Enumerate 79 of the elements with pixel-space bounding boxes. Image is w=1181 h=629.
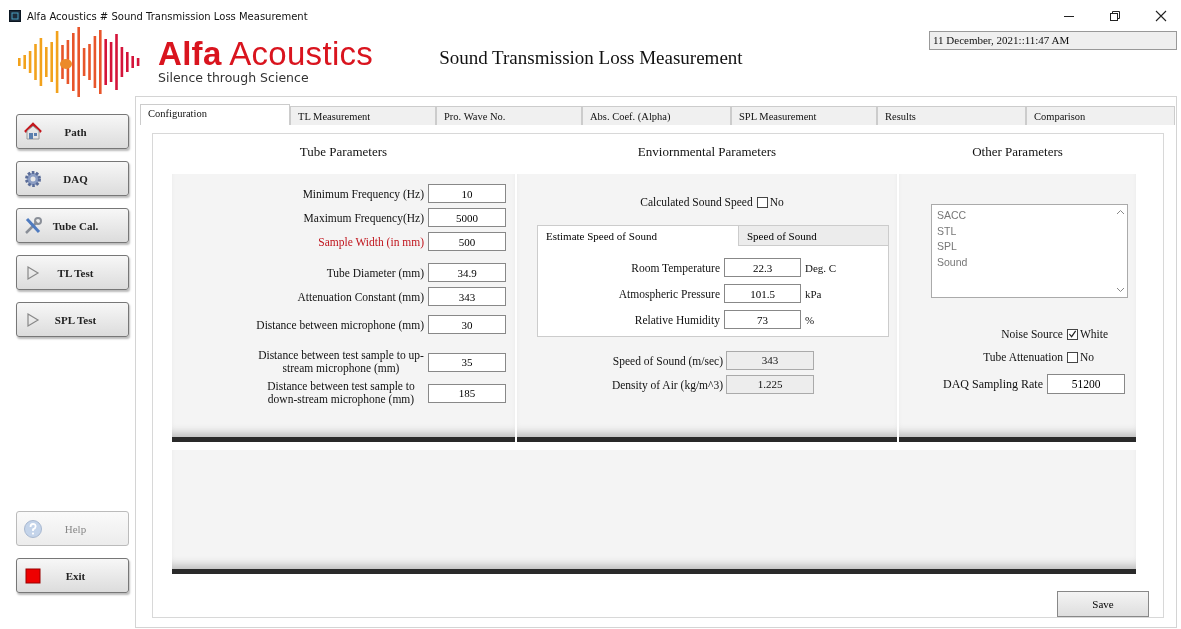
logo-text: Alfa Acoustics — [158, 36, 374, 72]
unit-label: % — [805, 313, 815, 326]
tab[interactable]: Pro. Wave No. — [436, 106, 582, 125]
tab[interactable]: Abs. Coef. (Alpha) — [582, 106, 731, 125]
input-field[interactable]: 51200 — [1047, 374, 1125, 394]
input-field[interactable]: 5000 — [428, 208, 506, 227]
sidebar-button[interactable]: SPL Test — [16, 302, 129, 337]
tab[interactable]: Results — [877, 106, 1026, 125]
unit-label: Deg. C — [805, 261, 837, 274]
field-label: Distance between microphone (mm) — [256, 318, 424, 331]
save-button[interactable]: Save — [1057, 591, 1149, 617]
field-label: Speed of Sound (m/sec) — [611, 354, 723, 367]
input-field[interactable]: 35 — [428, 352, 506, 372]
input-field[interactable]: 30 — [428, 315, 506, 334]
tab[interactable]: Speed of Sound — [738, 226, 888, 246]
checkbox-option: No — [1079, 351, 1094, 363]
readonly-field: 1.225 — [726, 375, 814, 394]
field-label: Relative Humidity — [633, 313, 720, 326]
tab[interactable]: Estimate Speed of Sound — [538, 226, 738, 246]
tab[interactable]: Configuration — [140, 104, 290, 125]
unit-label: kPa — [805, 287, 822, 300]
sidebar-button[interactable]: DAQ — [16, 161, 129, 196]
field-label: Minimum Frequency (Hz) — [302, 187, 424, 200]
input-field[interactable]: 500 — [428, 232, 506, 251]
tab[interactable]: SPL Measurement — [731, 106, 877, 125]
field-label: Distance between test sample to up-stream microphone (mm) — [258, 349, 424, 375]
house-icon — [23, 121, 43, 142]
input-field[interactable]: 22.3 — [724, 258, 801, 277]
sidebar-button[interactable]: Tube Cal. — [16, 208, 129, 243]
list-item[interactable]: Sound — [937, 254, 1108, 270]
tab[interactable]: Comparison — [1026, 106, 1175, 125]
help-icon — [23, 518, 43, 539]
field-label: Tube Diameter (mm) — [326, 266, 424, 279]
section-title: Other Parameters — [971, 143, 1064, 161]
app-title: Sound Transmission Loss Measurement — [439, 47, 743, 69]
input-field[interactable]: 34.9 — [428, 263, 506, 282]
field-label: Attenuation Constant (mm) — [297, 290, 424, 303]
field-label: Density of Air (kg/m^3) — [610, 378, 723, 391]
gear-icon — [23, 168, 43, 189]
field-label: DAQ Sampling Rate — [943, 376, 1043, 392]
sidebar-button[interactable]: Path — [16, 114, 129, 149]
app-icon — [9, 10, 21, 22]
checkbox-label: Noise Source — [1001, 328, 1063, 340]
stop-icon — [23, 565, 43, 586]
field-label: Distance between test sample to down-stream microphone (mm) — [266, 380, 416, 406]
scroll-down-icon[interactable] — [1115, 287, 1125, 293]
input-field[interactable]: 10 — [428, 184, 506, 203]
field-label: Room Temperature — [630, 261, 720, 274]
sidebar-button[interactable]: TL Test — [16, 255, 129, 290]
scroll-up-icon[interactable] — [1115, 209, 1125, 215]
tab[interactable]: TL Measurement — [290, 106, 436, 125]
field-label: Atmospheric Pressure — [617, 287, 720, 300]
checkbox[interactable] — [756, 196, 768, 208]
field-label: Maximum Frequency(Hz) — [303, 211, 424, 224]
restore-icon[interactable] — [1109, 10, 1121, 22]
window-title: Alfa Acoustics # Sound Transmission Loss Measurement — [27, 10, 308, 22]
list-item[interactable]: SPL — [937, 239, 1108, 255]
field-label: Sample Width (in mm) — [318, 235, 424, 248]
list-item[interactable]: SACC — [937, 208, 1108, 224]
list-box[interactable]: SACC STL SPL Sound — [931, 204, 1128, 298]
input-field[interactable]: 185 — [428, 383, 506, 403]
input-field[interactable]: 73 — [724, 310, 801, 329]
section-title: Enviornmental Parameters — [636, 143, 778, 161]
section-title: Tube Parameters — [298, 143, 389, 161]
checkbox-option: White — [1079, 328, 1108, 340]
checkbox[interactable] — [1066, 351, 1078, 363]
checkbox-label: Tube Attenuation — [983, 351, 1063, 363]
readonly-field: 343 — [726, 351, 814, 370]
close-icon[interactable] — [1155, 10, 1167, 22]
sidebar-button[interactable]: Exit — [16, 558, 129, 593]
input-field[interactable]: 343 — [428, 287, 506, 306]
checkbox-option: No — [769, 196, 784, 208]
checkbox[interactable] — [1066, 328, 1078, 340]
logo-tagline: Silence through Science — [158, 70, 310, 85]
tools-icon — [23, 215, 43, 236]
input-field[interactable]: 101.5 — [724, 284, 801, 303]
list-item[interactable]: STL — [937, 223, 1108, 239]
checkbox-label: Calculated Sound Speed — [640, 196, 753, 208]
date-time-display: 11 December, 2021::11:47 AM — [929, 31, 1177, 50]
